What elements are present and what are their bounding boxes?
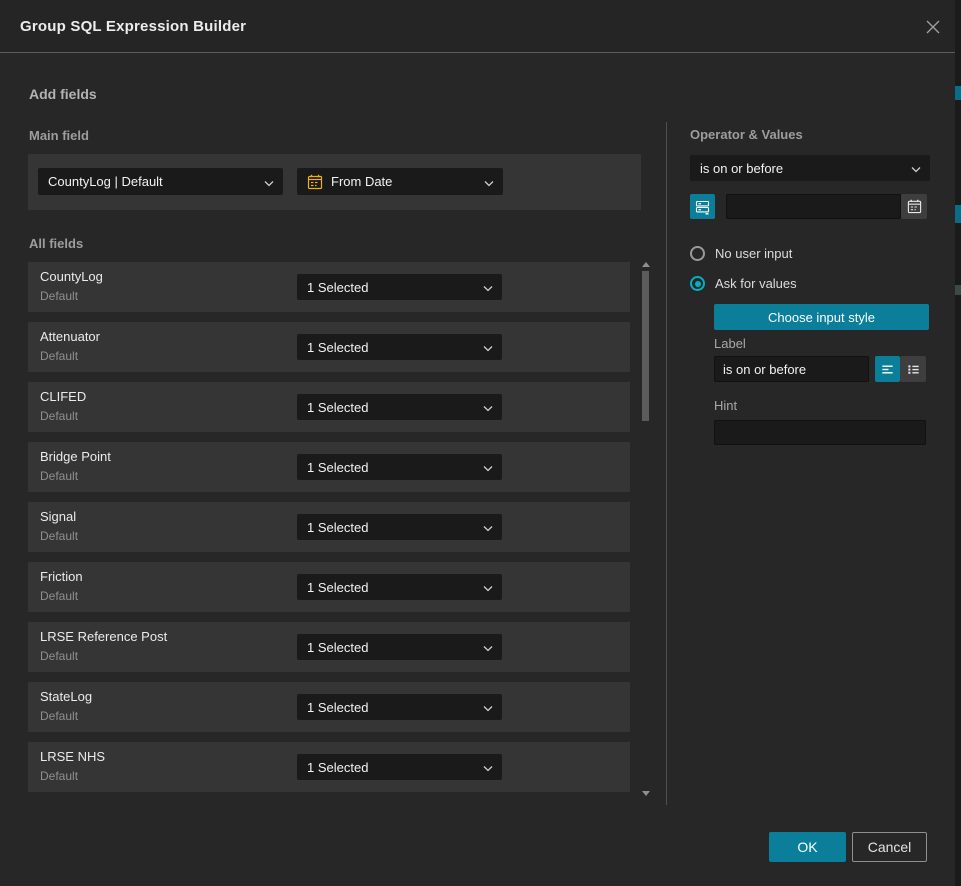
field-row-friction: Friction Default 1 Selected (28, 562, 630, 612)
field-row-lrse-reference-post: LRSE Reference Post Default 1 Selected (28, 622, 630, 672)
chevron-down-icon (483, 460, 493, 475)
field-values-select-value: 1 Selected (307, 700, 368, 715)
chevron-down-icon (484, 174, 494, 189)
chevron-down-icon (483, 340, 493, 355)
field-values-select[interactable]: 1 Selected (297, 394, 502, 420)
all-fields-label: All fields (29, 236, 83, 251)
field-values-select-value: 1 Selected (307, 760, 368, 775)
input-style-icon[interactable] (690, 194, 715, 219)
layer-select[interactable]: CountyLog | Default (38, 168, 283, 195)
chevron-down-icon (911, 161, 921, 176)
edge-accent-mark (955, 86, 961, 100)
field-row-bridge-point: Bridge Point Default 1 Selected (28, 442, 630, 492)
field-sublabel: Default (40, 349, 78, 363)
chevron-down-icon (483, 280, 493, 295)
field-name: LRSE Reference Post (40, 629, 167, 644)
chevron-down-icon (483, 520, 493, 535)
field-sublabel: Default (40, 469, 78, 483)
field-values-select-value: 1 Selected (307, 400, 368, 415)
calendar-picker-icon[interactable] (901, 194, 927, 219)
field-values-select[interactable]: 1 Selected (297, 694, 502, 720)
field-name: Bridge Point (40, 449, 111, 464)
field-name: Signal (40, 509, 76, 524)
hint-input[interactable] (714, 420, 926, 445)
field-values-select[interactable]: 1 Selected (297, 334, 502, 360)
field-row-clifed: CLIFED Default 1 Selected (28, 382, 630, 432)
label-field-label: Label (714, 336, 746, 351)
edge-accent-mark (955, 285, 961, 295)
operator-select[interactable]: is on or before (690, 155, 930, 181)
field-values-select-value: 1 Selected (307, 280, 368, 295)
radio-ask-for-values[interactable] (690, 276, 705, 291)
field-row-attenuator: Attenuator Default 1 Selected (28, 322, 630, 372)
field-values-select-value: 1 Selected (307, 580, 368, 595)
radio-no-user-input[interactable] (690, 246, 705, 261)
group-sql-expression-builder-dialog: Group SQL Expression Builder Add fields … (0, 0, 961, 886)
field-values-select[interactable]: 1 Selected (297, 634, 502, 660)
dialog-titlebar: Group SQL Expression Builder (0, 0, 955, 53)
field-name: LRSE NHS (40, 749, 105, 764)
field-sublabel: Default (40, 769, 78, 783)
field-row-countylog: CountyLog Default 1 Selected (28, 262, 630, 312)
field-values-select-value: 1 Selected (307, 640, 368, 655)
field-row-lrse-nhs: LRSE NHS Default 1 Selected (28, 742, 630, 792)
choose-input-style-button[interactable]: Choose input style (714, 304, 929, 330)
date-value-input[interactable] (726, 194, 901, 219)
main-field-select-value: From Date (331, 174, 392, 189)
field-sublabel: Default (40, 529, 78, 543)
field-row-signal: Signal Default 1 Selected (28, 502, 630, 552)
background-app-edge (955, 0, 961, 886)
chevron-down-icon (483, 760, 493, 775)
field-values-select-value: 1 Selected (307, 340, 368, 355)
field-sublabel: Default (40, 649, 78, 663)
label-input[interactable] (714, 356, 869, 382)
field-row-statelog: StateLog Default 1 Selected (28, 682, 630, 732)
field-values-select[interactable]: 1 Selected (297, 514, 502, 540)
field-values-select-value: 1 Selected (307, 460, 368, 475)
field-values-select[interactable]: 1 Selected (297, 754, 502, 780)
field-name: CLIFED (40, 389, 86, 404)
radio-ask-for-values-label: Ask for values (715, 276, 797, 291)
main-field-label: Main field (29, 128, 89, 143)
chevron-down-icon (483, 700, 493, 715)
field-values-select[interactable]: 1 Selected (297, 574, 502, 600)
chevron-down-icon (483, 580, 493, 595)
ok-button[interactable]: OK (769, 832, 846, 862)
bulleted-list-icon[interactable] (900, 356, 926, 382)
operator-values-heading: Operator & Values (690, 127, 803, 142)
scrollbar-thumb[interactable] (642, 271, 649, 421)
add-fields-heading: Add fields (29, 86, 97, 102)
align-left-icon[interactable] (875, 356, 900, 382)
main-field-select[interactable]: From Date (297, 168, 503, 195)
chevron-down-icon (483, 640, 493, 655)
field-name: StateLog (40, 689, 92, 704)
field-name: CountyLog (40, 269, 103, 284)
hint-field-label: Hint (714, 398, 737, 413)
field-sublabel: Default (40, 589, 78, 603)
cancel-button[interactable]: Cancel (852, 832, 927, 862)
field-sublabel: Default (40, 709, 78, 723)
field-values-select-value: 1 Selected (307, 520, 368, 535)
field-values-select[interactable]: 1 Selected (297, 454, 502, 480)
scrollbar[interactable] (641, 258, 649, 798)
chevron-down-icon (483, 400, 493, 415)
main-field-panel: CountyLog | Default From Date (28, 154, 641, 210)
field-name: Friction (40, 569, 83, 584)
scroll-down-icon[interactable] (642, 791, 650, 796)
edge-accent-mark (955, 205, 961, 223)
radio-no-user-input-label: No user input (715, 246, 792, 261)
field-values-select[interactable]: 1 Selected (297, 274, 502, 300)
operator-select-value: is on or before (700, 161, 783, 176)
field-sublabel: Default (40, 409, 78, 423)
chevron-down-icon (264, 174, 274, 189)
dialog-title: Group SQL Expression Builder (20, 0, 246, 53)
field-name: Attenuator (40, 329, 100, 344)
field-sublabel: Default (40, 289, 78, 303)
calendar-icon (307, 174, 323, 190)
panel-divider (666, 122, 667, 805)
close-icon[interactable] (923, 17, 943, 37)
scroll-up-icon[interactable] (642, 262, 650, 267)
layer-select-value: CountyLog | Default (48, 174, 163, 189)
